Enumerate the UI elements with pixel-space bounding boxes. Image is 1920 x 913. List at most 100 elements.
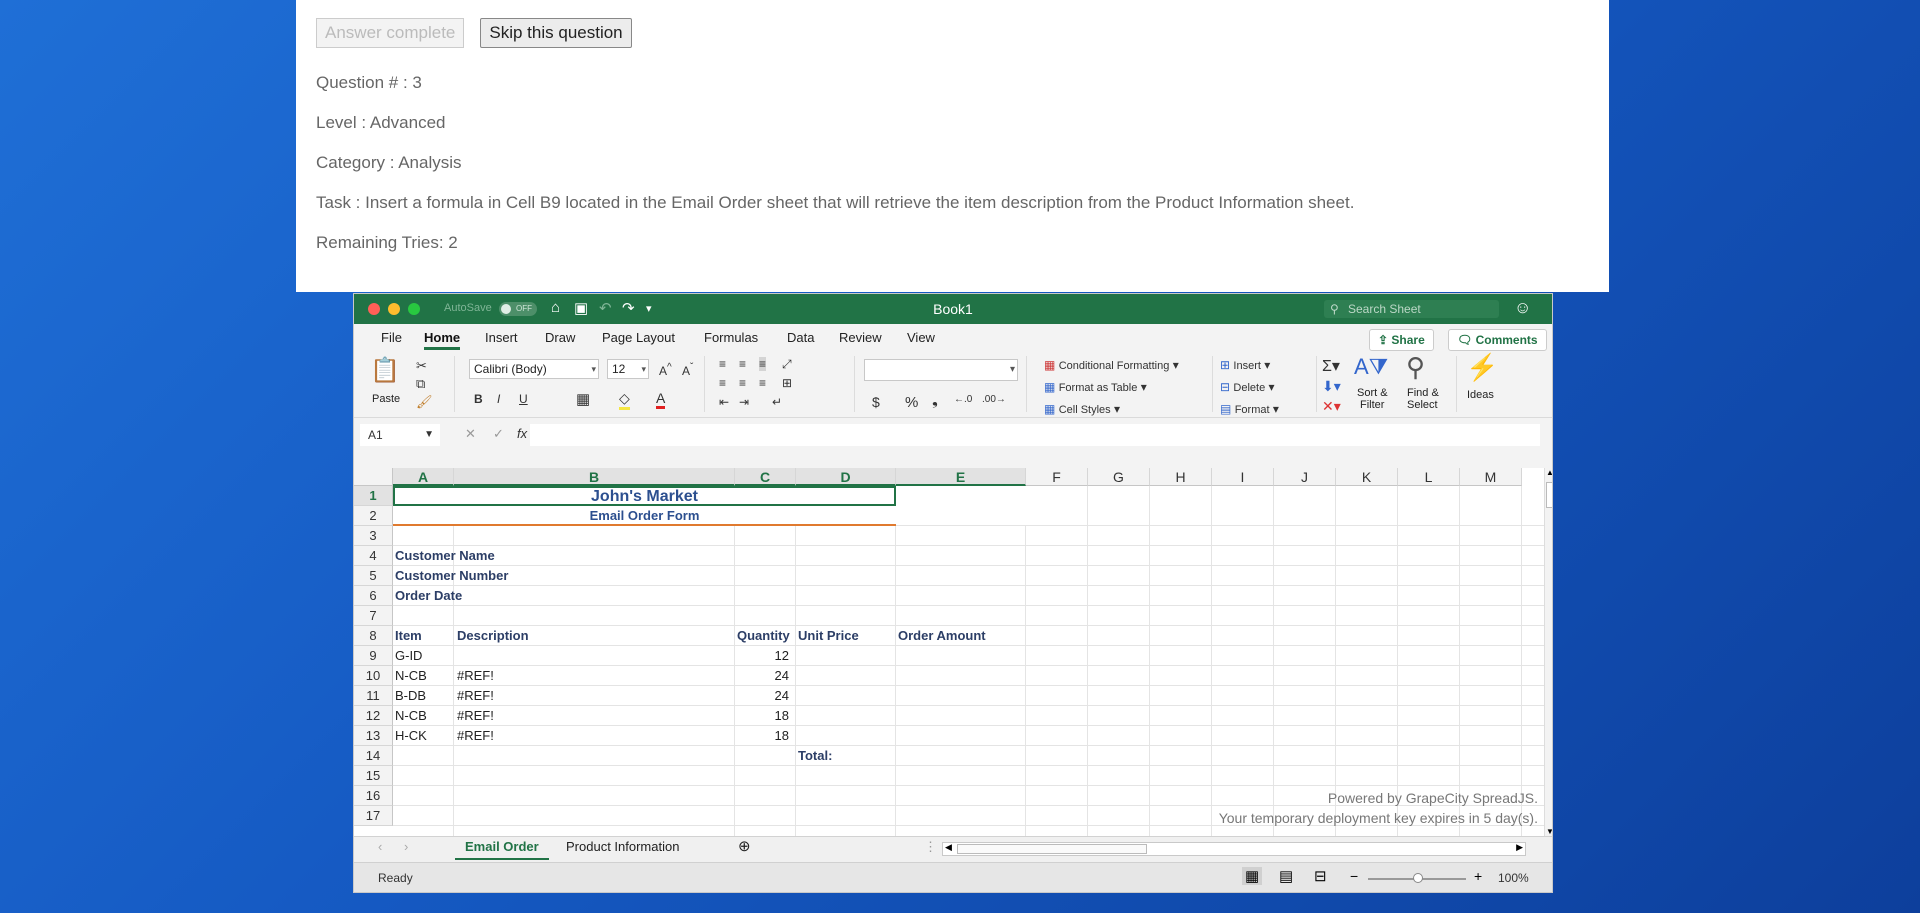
cell-item[interactable]: N-CB (395, 668, 427, 683)
column-header-a[interactable]: A (393, 468, 454, 486)
normal-view-icon[interactable]: ▦ (1242, 867, 1263, 885)
watermark-line-1[interactable]: Powered by GrapeCity SpreadJS. (1054, 790, 1538, 806)
font-size-select[interactable]: 12 ▾ (607, 359, 649, 379)
row-header-11[interactable]: 11 (354, 686, 393, 706)
scroll-right-icon[interactable]: ▶ (1516, 842, 1523, 853)
decrease-decimal-icon[interactable]: .00→ (982, 394, 1006, 405)
cell-quantity[interactable]: 18 (737, 728, 789, 743)
tab-product-information[interactable]: Product Information (566, 839, 679, 854)
cell-item[interactable]: N-CB (395, 708, 427, 723)
cell-customer-name[interactable]: Customer Name (395, 548, 495, 563)
zoom-in-icon[interactable]: + (1474, 868, 1482, 884)
split-handle-icon[interactable]: ⋮ (924, 839, 937, 855)
underline-icon[interactable]: U (519, 392, 528, 406)
column-header-d[interactable]: D (796, 468, 896, 486)
italic-icon[interactable]: I (497, 392, 500, 406)
format-cells-button[interactable]: ▤ Format ▾ (1220, 402, 1279, 416)
format-painter-icon[interactable]: 🖌 (416, 394, 433, 410)
copy-icon[interactable]: ⧉ (416, 376, 425, 392)
row-header-1[interactable]: 1 (354, 486, 393, 506)
row-header-12[interactable]: 12 (354, 706, 393, 726)
horizontal-scroll-thumb[interactable] (957, 844, 1147, 854)
row-header-2[interactable]: 2 (354, 506, 393, 526)
sheet-subtitle[interactable]: Email Order Form (393, 508, 896, 523)
row-header-6[interactable]: 6 (354, 586, 393, 606)
align-left-icon[interactable]: ≡ (719, 376, 726, 390)
borders-icon[interactable]: ▦ (576, 390, 590, 408)
scroll-up-icon[interactable]: ▲ (1546, 468, 1552, 477)
conditional-formatting-button[interactable]: ▦ Conditional Formatting ▾ (1044, 358, 1179, 372)
column-header-m[interactable]: M (1460, 468, 1522, 486)
row-header-14[interactable]: 14 (354, 746, 393, 766)
answer-complete-button[interactable]: Answer complete (316, 18, 465, 48)
zoom-out-icon[interactable]: − (1350, 868, 1358, 884)
fill-color-icon[interactable]: ◇ (619, 390, 630, 410)
row-header-17[interactable]: 17 (354, 806, 393, 826)
bold-icon[interactable]: B (474, 392, 483, 406)
scroll-left-icon[interactable]: ◀ (945, 842, 952, 853)
enter-icon[interactable]: ✓ (493, 426, 504, 442)
menu-formulas[interactable]: Formulas (704, 330, 758, 345)
cell-customer-number[interactable]: Customer Number (395, 568, 508, 583)
cell-total-label[interactable]: Total: (798, 748, 832, 763)
column-header-f[interactable]: F (1026, 468, 1088, 486)
comma-style-icon[interactable]: ❟ (932, 392, 938, 409)
row-header-10[interactable]: 10 (354, 666, 393, 686)
menu-review[interactable]: Review (839, 330, 882, 345)
comments-button[interactable]: 🗨 Comments (1448, 329, 1547, 351)
cell-header-item[interactable]: Item (395, 628, 422, 643)
row-header-5[interactable]: 5 (354, 566, 393, 586)
currency-icon[interactable]: $ (872, 394, 880, 410)
row-header-15[interactable]: 15 (354, 766, 393, 786)
sheet-title[interactable]: John's Market (393, 488, 896, 506)
menu-home[interactable]: Home (424, 330, 461, 350)
share-button[interactable]: ⇪ Share (1369, 329, 1434, 351)
formula-input[interactable] (530, 424, 1540, 446)
next-sheet-icon[interactable]: › (404, 839, 408, 854)
find-select-icon[interactable]: ⚲ (1406, 352, 1425, 383)
percent-icon[interactable]: % (905, 394, 918, 411)
cell-description[interactable]: #REF! (457, 688, 494, 703)
cell-item[interactable]: H-CK (395, 728, 427, 743)
watermark-line-2[interactable]: Your temporary deployment key expires in… (994, 810, 1538, 826)
column-header-g[interactable]: G (1088, 468, 1150, 486)
align-middle-icon[interactable]: ≡ (739, 357, 746, 371)
cell-quantity[interactable]: 18 (737, 708, 789, 723)
cell-header-unit-price[interactable]: Unit Price (798, 628, 859, 643)
cell-header-description[interactable]: Description (457, 628, 529, 643)
row-header-4[interactable]: 4 (354, 546, 393, 566)
row-header-16[interactable]: 16 (354, 786, 393, 806)
row-header-9[interactable]: 9 (354, 646, 393, 666)
row-header-3[interactable]: 3 (354, 526, 393, 546)
fill-icon[interactable]: ⬇▾ (1322, 378, 1341, 395)
tab-email-order[interactable]: Email Order (455, 839, 549, 860)
vertical-scrollbar[interactable]: ▲ ▼ (1544, 468, 1552, 836)
align-bottom-icon[interactable]: ≡ (759, 357, 767, 371)
menu-draw[interactable]: Draw (545, 330, 575, 345)
page-break-view-icon[interactable]: ⊟ (1314, 867, 1327, 885)
search-sheet-input[interactable]: ⚲ Search Sheet (1324, 300, 1499, 318)
column-header-k[interactable]: K (1336, 468, 1398, 486)
align-right-icon[interactable]: ≡ (759, 376, 766, 390)
menu-page-layout[interactable]: Page Layout (602, 330, 675, 345)
cell-styles-button[interactable]: ▦ Cell Styles ▾ (1044, 402, 1120, 416)
column-header-i[interactable]: I (1212, 468, 1274, 486)
decrease-font-icon[interactable]: Aˇ (682, 362, 693, 378)
format-as-table-button[interactable]: ▦ Format as Table ▾ (1044, 380, 1147, 394)
column-header-l[interactable]: L (1398, 468, 1460, 486)
cancel-icon[interactable]: ✕ (465, 426, 476, 442)
add-sheet-icon[interactable]: ⊕ (738, 837, 751, 855)
cell-description[interactable]: #REF! (457, 728, 494, 743)
cell-quantity[interactable]: 24 (737, 688, 789, 703)
paste-icon[interactable]: 📋 (370, 356, 400, 385)
select-all-corner[interactable] (354, 468, 393, 486)
column-header-h[interactable]: H (1150, 468, 1212, 486)
increase-indent-icon[interactable]: ⇥ (739, 395, 749, 409)
autosum-icon[interactable]: Σ▾ (1322, 356, 1340, 376)
align-center-icon[interactable]: ≡ (739, 376, 746, 390)
increase-decimal-icon[interactable]: ←.0 (954, 394, 972, 405)
cell-header-quantity[interactable]: Quantity (737, 628, 790, 643)
decrease-indent-icon[interactable]: ⇤ (719, 395, 729, 409)
merge-center-icon[interactable]: ⊞ (782, 376, 792, 390)
horizontal-scrollbar[interactable]: ◀ ▶ (942, 842, 1526, 856)
